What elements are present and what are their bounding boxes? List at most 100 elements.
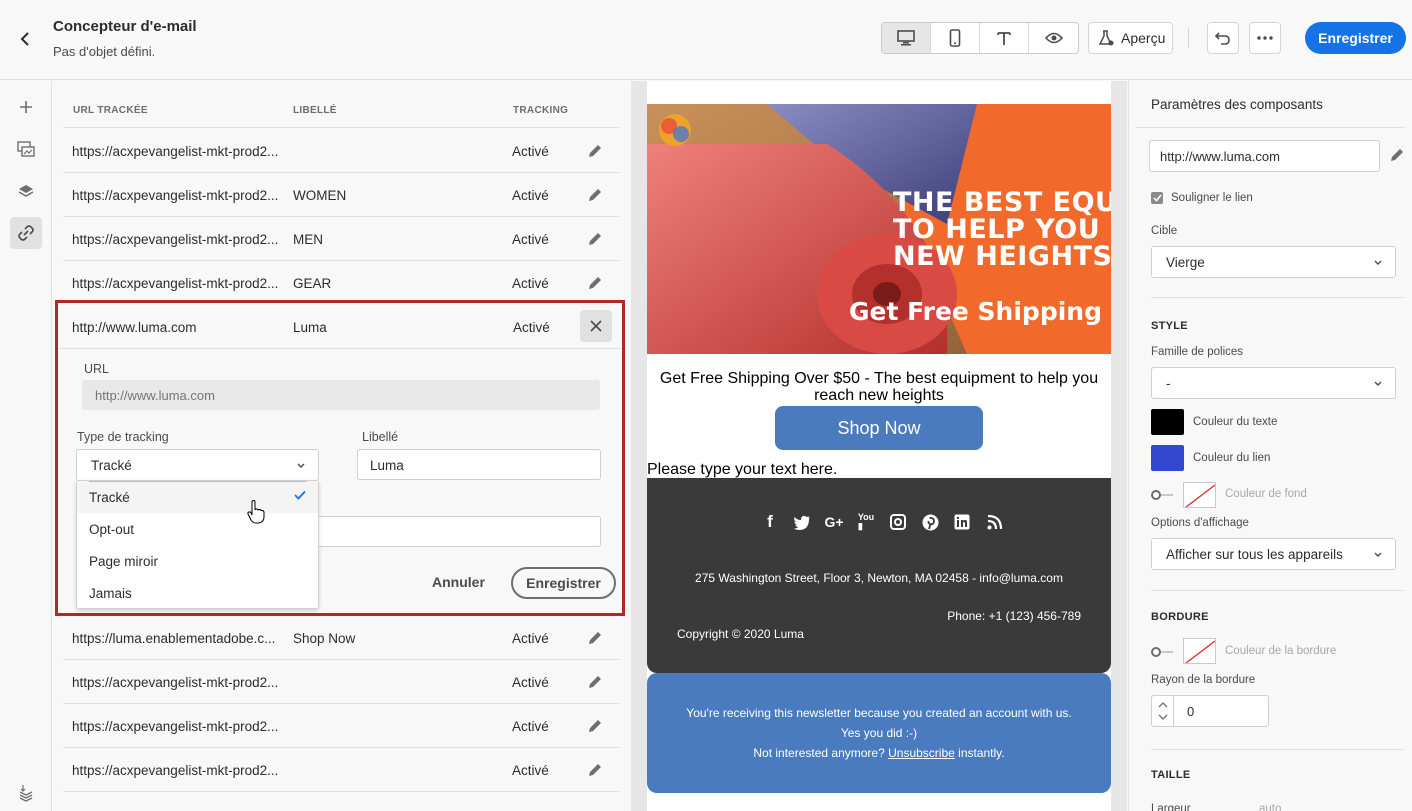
- obscured-input[interactable]: [313, 516, 601, 547]
- row-tracking: Activé: [512, 276, 549, 291]
- background-color-swatch[interactable]: [1183, 482, 1216, 508]
- table-row[interactable]: https://acxpevangelist-mkt-prod2... GEAR…: [63, 261, 620, 305]
- border-radius-field[interactable]: 0: [1151, 695, 1269, 727]
- google-plus-icon[interactable]: G+: [823, 511, 845, 533]
- add-content-button[interactable]: [10, 91, 42, 123]
- hero-line-2: TO HELP YOU REA: [893, 214, 1111, 245]
- email-footer-dark[interactable]: f G+ You ▮ 275 Washington Street, Floor 3…: [647, 478, 1111, 673]
- assets-button[interactable]: [10, 133, 42, 165]
- option-tracke[interactable]: Tracké: [77, 481, 318, 513]
- display-options-select[interactable]: Afficher sur tous les appareils: [1151, 538, 1396, 570]
- option-page-miroir[interactable]: Page miroir: [77, 545, 318, 577]
- eye-icon: [1044, 32, 1063, 44]
- placeholder-text-block[interactable]: Please type your text here.: [647, 461, 837, 479]
- facebook-icon[interactable]: f: [759, 511, 781, 533]
- desktop-view-button[interactable]: [882, 23, 931, 53]
- hero-line-1: THE BEST EQUIPM: [893, 187, 1111, 218]
- back-arrow-icon[interactable]: [14, 28, 36, 50]
- target-select[interactable]: Vierge: [1151, 246, 1396, 278]
- border-color-toggle[interactable]: [1151, 647, 1173, 657]
- pencil-icon[interactable]: [583, 139, 607, 163]
- url-input[interactable]: [82, 380, 600, 410]
- option-jamais[interactable]: Jamais: [77, 577, 318, 609]
- twitter-icon[interactable]: [791, 511, 813, 533]
- column-header-url: URL TRACKÉE: [73, 105, 148, 116]
- save-link-button[interactable]: Enregistrer: [511, 567, 616, 599]
- pencil-icon[interactable]: [583, 626, 607, 650]
- mobile-view-button[interactable]: [931, 23, 980, 53]
- close-icon[interactable]: [580, 310, 612, 342]
- table-row[interactable]: https://acxpevangelist-mkt-prod2... Acti…: [63, 129, 620, 173]
- linkedin-icon[interactable]: [951, 511, 973, 533]
- table-row[interactable]: https://acxpevangelist-mkt-prod2... Acti…: [63, 748, 620, 792]
- row-url: https://acxpevangelist-mkt-prod2...: [72, 719, 279, 734]
- footer-copyright: Copyright © 2020 Luma: [677, 627, 804, 641]
- layers-button[interactable]: [10, 175, 42, 207]
- row-tracking: Activé: [512, 188, 549, 203]
- option-opt-out[interactable]: Opt-out: [77, 513, 318, 545]
- stepper-arrows[interactable]: [1152, 696, 1174, 726]
- row-url: https://acxpevangelist-mkt-prod2...: [72, 276, 279, 291]
- pencil-icon[interactable]: [583, 183, 607, 207]
- hero-banner[interactable]: THE BEST EQUIPM TO HELP YOU REA NEW HEIG…: [647, 104, 1111, 354]
- visibility-button[interactable]: [1029, 23, 1078, 53]
- table-row[interactable]: https://acxpevangelist-mkt-prod2... WOME…: [63, 173, 620, 217]
- hero-shipping-text: Get Free Shipping ove: [849, 297, 1111, 326]
- tracking-type-value: Tracké: [91, 458, 132, 473]
- row-url: https://acxpevangelist-mkt-prod2...: [72, 144, 279, 159]
- table-row[interactable]: https://acxpevangelist-mkt-prod2... Acti…: [63, 660, 620, 704]
- background-color-toggle[interactable]: [1151, 490, 1173, 500]
- text-color-swatch[interactable]: [1151, 409, 1184, 435]
- link-color-swatch[interactable]: [1151, 445, 1184, 471]
- text-view-button[interactable]: [980, 23, 1029, 53]
- email-footer-newsletter[interactable]: You're receiving this newsletter because…: [647, 673, 1111, 793]
- rss-icon[interactable]: [983, 511, 1005, 533]
- cancel-button[interactable]: Annuler: [432, 574, 485, 590]
- size-heading: TAILLE: [1151, 769, 1191, 781]
- section-divider: [1151, 749, 1404, 750]
- pencil-icon[interactable]: [583, 670, 607, 694]
- settings-layers-button[interactable]: [10, 777, 42, 809]
- font-family-select[interactable]: -: [1151, 367, 1396, 399]
- pencil-icon[interactable]: [583, 271, 607, 295]
- pencil-icon[interactable]: [583, 714, 607, 738]
- instagram-icon[interactable]: [887, 511, 909, 533]
- undo-button[interactable]: [1207, 22, 1239, 54]
- email-canvas: THE BEST EQUIPM TO HELP YOU REA NEW HEIG…: [631, 81, 1127, 811]
- left-rail: [0, 81, 52, 811]
- hero-headline: THE BEST EQUIPM TO HELP YOU REA NEW HEIG…: [893, 189, 1111, 270]
- target-value: Vierge: [1166, 255, 1205, 270]
- table-row[interactable]: https://acxpevangelist-mkt-prod2... Acti…: [63, 704, 620, 748]
- row-url: https://luma.enablementadobe.c...: [72, 631, 276, 646]
- save-button[interactable]: Enregistrer: [1305, 22, 1406, 54]
- preview-button[interactable]: Aperçu: [1088, 22, 1173, 54]
- email-preview[interactable]: THE BEST EQUIPM TO HELP YOU REA NEW HEIG…: [647, 81, 1111, 811]
- promo-text[interactable]: Get Free Shipping Over $50 - The best eq…: [647, 370, 1111, 404]
- panel-title: Paramètres des composants: [1151, 97, 1323, 112]
- pencil-icon[interactable]: [1389, 147, 1405, 163]
- links-button[interactable]: [10, 217, 42, 249]
- libelle-input[interactable]: Luma: [357, 449, 601, 480]
- shop-now-button[interactable]: Shop Now: [775, 406, 983, 450]
- hero-line-3: NEW HEIGHTS: [893, 241, 1111, 272]
- newsletter-line-1: You're receiving this newsletter because…: [686, 706, 1072, 720]
- table-row[interactable]: https://luma.enablementadobe.c... Shop N…: [63, 616, 620, 660]
- border-color-swatch[interactable]: [1183, 638, 1216, 664]
- unsubscribe-link[interactable]: Unsubscribe: [888, 746, 955, 760]
- youtube-icon[interactable]: You ▮: [855, 511, 877, 533]
- row-tracking: Activé: [512, 675, 549, 690]
- pencil-icon[interactable]: [583, 758, 607, 782]
- pinterest-icon[interactable]: [919, 511, 941, 533]
- row-tracking: Activé: [512, 631, 549, 646]
- undo-icon: [1214, 32, 1230, 45]
- preview-label: Aperçu: [1121, 30, 1166, 46]
- table-row[interactable]: https://acxpevangelist-mkt-prod2... MEN …: [63, 217, 620, 261]
- underline-checkbox[interactable]: [1151, 192, 1163, 204]
- pencil-icon[interactable]: [583, 227, 607, 251]
- size-width-value: auto: [1259, 803, 1282, 811]
- tracking-type-select[interactable]: Tracké: [76, 449, 319, 481]
- link-url-field[interactable]: http://www.luma.com: [1149, 140, 1380, 172]
- row-tracking: Activé: [512, 232, 549, 247]
- link-color-label: Couleur du lien: [1193, 452, 1271, 464]
- more-actions-button[interactable]: [1249, 22, 1281, 54]
